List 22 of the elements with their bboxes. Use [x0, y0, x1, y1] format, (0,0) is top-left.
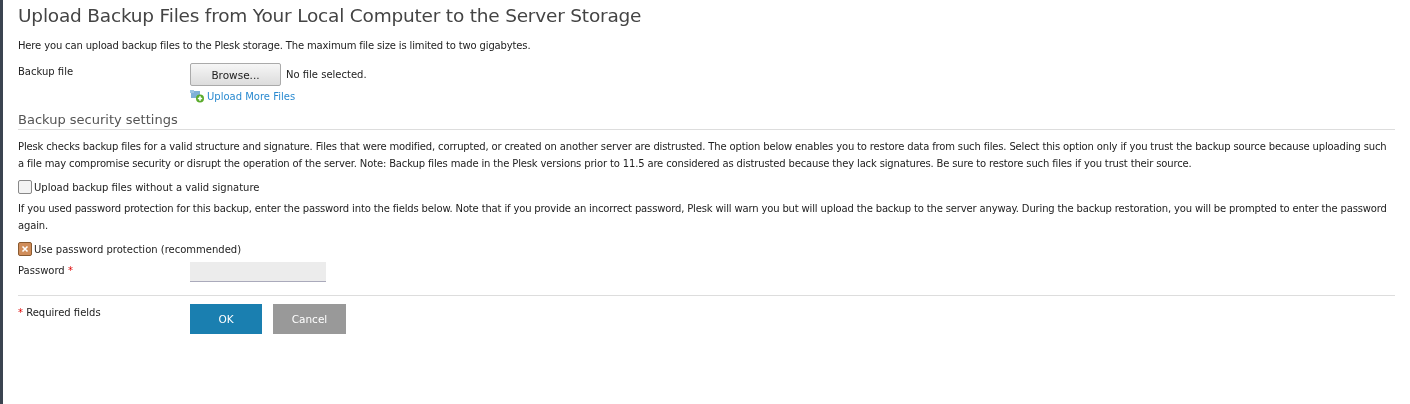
- intro-text: Here you can upload backup files to the Plesk storage. The maximum file size is limited to two gigabytes.: [18, 39, 532, 53]
- checkbox-label: Upload backup files without a valid signature: [34, 181, 260, 193]
- checkbox-label: Use password protection (recommended): [34, 243, 242, 255]
- file-status: No file selected.: [286, 69, 367, 80]
- field-label: Password: [18, 265, 66, 276]
- checkbox[interactable]: [18, 180, 32, 194]
- required-mark: *: [18, 307, 23, 318]
- field-label: Backup file: [18, 65, 75, 77]
- page-title: Upload Backup Files from Your Local Computer to the Server Storage: [18, 5, 643, 26]
- section-heading: Backup security settings: [18, 112, 1395, 130]
- add-files-icon: [190, 90, 205, 103]
- password-note: If you used password protection for this backup, enter the password into the fields below. Note that if you provide an incorrect password, Plesk will warn you but will upload the backup to the server anyway. During the backup restoration, you will be prompted to enter the password again.: [18, 202, 1388, 233]
- required-mark: *: [67, 265, 73, 276]
- checkbox[interactable]: [18, 242, 32, 256]
- cancel-button[interactable]: Cancel: [273, 304, 346, 334]
- ok-button[interactable]: OK: [190, 304, 262, 334]
- upload-more-link[interactable]: Upload More Files: [207, 91, 296, 102]
- description-text: Plesk checks backup files for a valid structure and signature. Files that were modified, corrupted, or created on another server are distrusted. The option below enables you to restore data from such files. Select this option only if you trust the backup source because uploading such a file may compromise security or disrupt the operation of the server. Note: Backup files made in the Plesk versions prior to 11.5 are considered as distrusted because they lack signatures. Be sure to restore such files if you trust their source.: [18, 140, 1388, 171]
- required-note: Required fields: [25, 307, 101, 318]
- cross-icon: [21, 245, 29, 253]
- password-field[interactable]: [190, 262, 326, 282]
- browse-button[interactable]: Browse...: [190, 63, 281, 86]
